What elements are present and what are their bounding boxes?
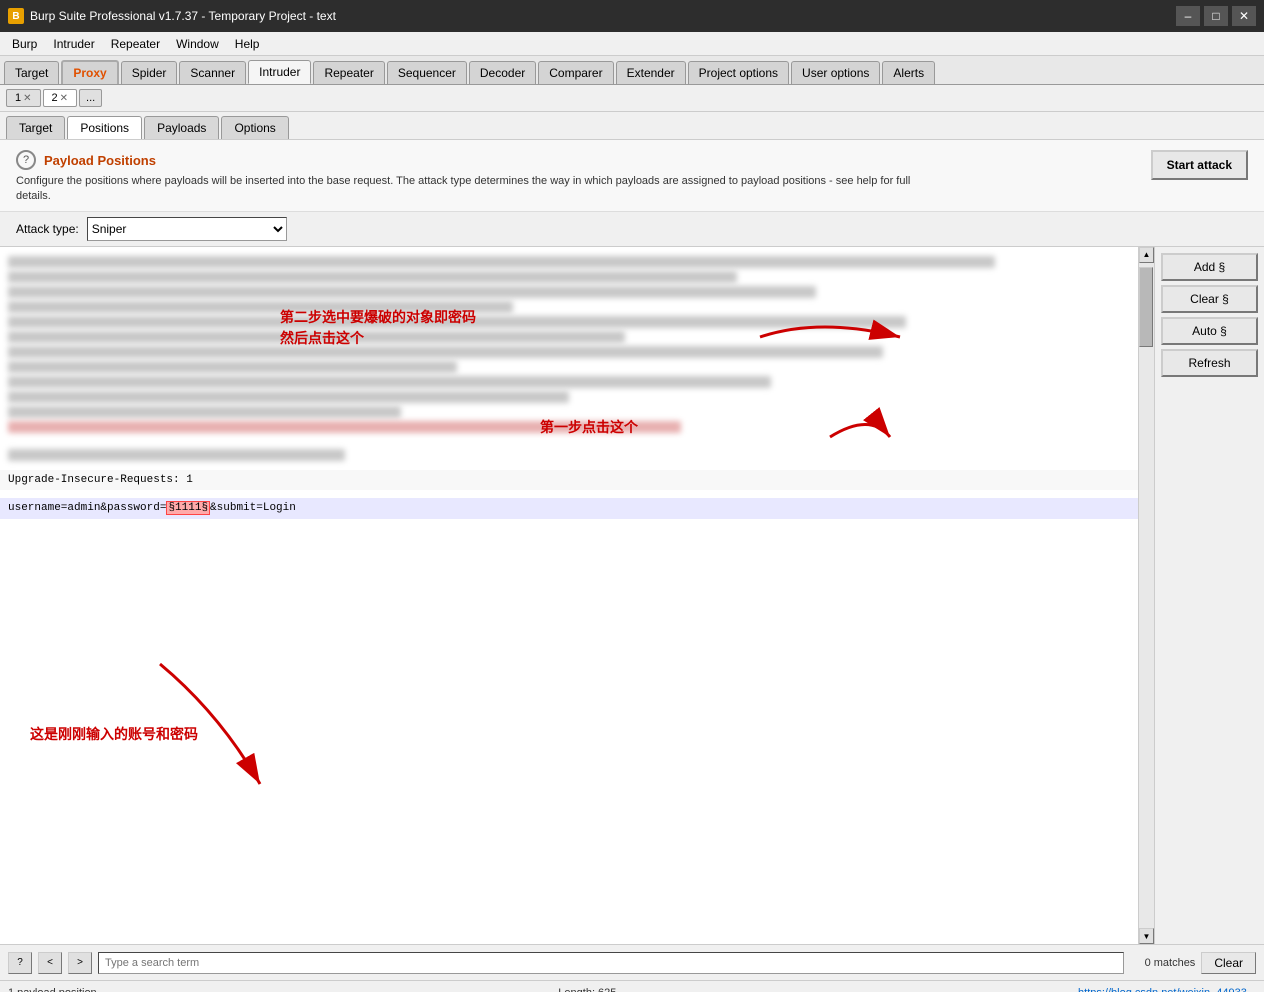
- status-bar: 1 payload position Length: 625 https://b…: [0, 980, 1264, 992]
- tab-intruder[interactable]: Intruder: [248, 60, 311, 84]
- url-reference: https://blog.csdn.net/weixin_44933...: [1078, 987, 1256, 992]
- instance-tab-1-close[interactable]: ✕: [23, 93, 31, 104]
- instance-tab-more[interactable]: ...: [79, 89, 102, 107]
- section-description: Configure the positions where payloads w…: [16, 174, 916, 205]
- tab-proxy[interactable]: Proxy: [61, 60, 118, 84]
- main-tabs: Target Proxy Spider Scanner Intruder Rep…: [0, 56, 1264, 85]
- tab-repeater[interactable]: Repeater: [313, 61, 384, 84]
- clear-section-button[interactable]: Clear §: [1161, 285, 1258, 313]
- tab-comparer[interactable]: Comparer: [538, 61, 613, 84]
- instance-tabs: 1 ✕ 2 ✕ ...: [0, 85, 1264, 112]
- scroll-down-btn[interactable]: ▼: [1139, 928, 1154, 944]
- instance-tab-1-label: 1: [15, 92, 21, 104]
- menu-window[interactable]: Window: [168, 35, 227, 53]
- instance-tab-1[interactable]: 1 ✕: [6, 89, 41, 107]
- instance-tab-2[interactable]: 2 ✕: [43, 89, 78, 107]
- auto-section-button[interactable]: Auto §: [1161, 317, 1258, 345]
- menu-help[interactable]: Help: [227, 35, 268, 53]
- app-wrapper: B Burp Suite Professional v1.7.37 - Temp…: [0, 0, 1264, 992]
- search-next-btn[interactable]: >: [68, 952, 92, 974]
- sub-tabs: Target Positions Payloads Options: [0, 112, 1264, 140]
- close-button[interactable]: ✕: [1232, 6, 1256, 26]
- vertical-scrollbar[interactable]: ▲ ▼: [1138, 247, 1154, 944]
- maximize-button[interactable]: □: [1204, 6, 1228, 26]
- start-attack-button[interactable]: Start attack: [1151, 150, 1248, 180]
- title-bar-left: B Burp Suite Professional v1.7.37 - Temp…: [8, 8, 336, 24]
- search-clear-btn[interactable]: Clear: [1201, 952, 1256, 974]
- search-prev-btn[interactable]: <: [38, 952, 62, 974]
- menu-intruder[interactable]: Intruder: [45, 35, 102, 53]
- request-editor: Upgrade-Insecure-Requests: 1 username=ad…: [0, 247, 1154, 944]
- scroll-up-btn[interactable]: ▲: [1139, 247, 1154, 263]
- tab-spider[interactable]: Spider: [121, 61, 178, 84]
- minimize-button[interactable]: –: [1176, 6, 1200, 26]
- menu-bar: Burp Intruder Repeater Window Help: [0, 32, 1264, 56]
- tab-project-options[interactable]: Project options: [688, 61, 789, 84]
- search-input[interactable]: [98, 952, 1124, 974]
- subtab-target[interactable]: Target: [6, 116, 65, 139]
- payload-marker: §1111§: [166, 501, 210, 515]
- tab-target[interactable]: Target: [4, 61, 59, 84]
- payload-line: username=admin&password=§1111§&submit=Lo…: [0, 498, 1138, 519]
- length-indicator: Length: 625: [558, 987, 616, 992]
- scroll-thumb[interactable]: [1139, 267, 1153, 347]
- subtab-payloads[interactable]: Payloads: [144, 116, 219, 139]
- menu-repeater[interactable]: Repeater: [103, 35, 168, 53]
- menu-burp[interactable]: Burp: [4, 35, 45, 53]
- title-text: Burp Suite Professional v1.7.37 - Tempor…: [30, 9, 336, 23]
- attack-type-select[interactable]: Sniper Battering ram Pitchfork Cluster b…: [87, 217, 287, 241]
- attack-type-row: Attack type: Sniper Battering ram Pitchf…: [0, 212, 1264, 247]
- request-blurred-section: [0, 247, 1138, 470]
- right-panel: Add § Clear § Auto § Refresh: [1154, 247, 1264, 944]
- search-bar: ? < > 0 matches Clear: [0, 944, 1264, 980]
- header-section: ? Payload Positions Configure the positi…: [0, 140, 1264, 212]
- subtab-positions[interactable]: Positions: [67, 116, 142, 139]
- upgrade-insecure-line: Upgrade-Insecure-Requests: 1: [0, 470, 1138, 491]
- request-content[interactable]: Upgrade-Insecure-Requests: 1 username=ad…: [0, 247, 1138, 944]
- refresh-button[interactable]: Refresh: [1161, 349, 1258, 377]
- tab-sequencer[interactable]: Sequencer: [387, 61, 467, 84]
- attack-type-label: Attack type:: [16, 222, 79, 236]
- search-help-btn[interactable]: ?: [8, 952, 32, 974]
- app-icon: B: [8, 8, 24, 24]
- tab-decoder[interactable]: Decoder: [469, 61, 536, 84]
- instance-tab-2-label: 2: [52, 92, 58, 104]
- search-matches: 0 matches: [1130, 957, 1195, 969]
- title-bar-controls: – □ ✕: [1176, 6, 1256, 26]
- tab-scanner[interactable]: Scanner: [179, 61, 246, 84]
- subtab-options[interactable]: Options: [221, 116, 288, 139]
- help-icon[interactable]: ?: [16, 150, 36, 170]
- main-content: Upgrade-Insecure-Requests: 1 username=ad…: [0, 247, 1264, 944]
- instance-tab-2-close[interactable]: ✕: [60, 93, 68, 104]
- scroll-track: [1139, 263, 1154, 928]
- payload-count: 1 payload position: [8, 987, 97, 992]
- title-bar: B Burp Suite Professional v1.7.37 - Temp…: [0, 0, 1264, 32]
- tab-user-options[interactable]: User options: [791, 61, 880, 84]
- add-section-button[interactable]: Add §: [1161, 253, 1258, 281]
- tab-alerts[interactable]: Alerts: [882, 61, 935, 84]
- tab-extender[interactable]: Extender: [616, 61, 686, 84]
- section-title: Payload Positions: [44, 153, 156, 168]
